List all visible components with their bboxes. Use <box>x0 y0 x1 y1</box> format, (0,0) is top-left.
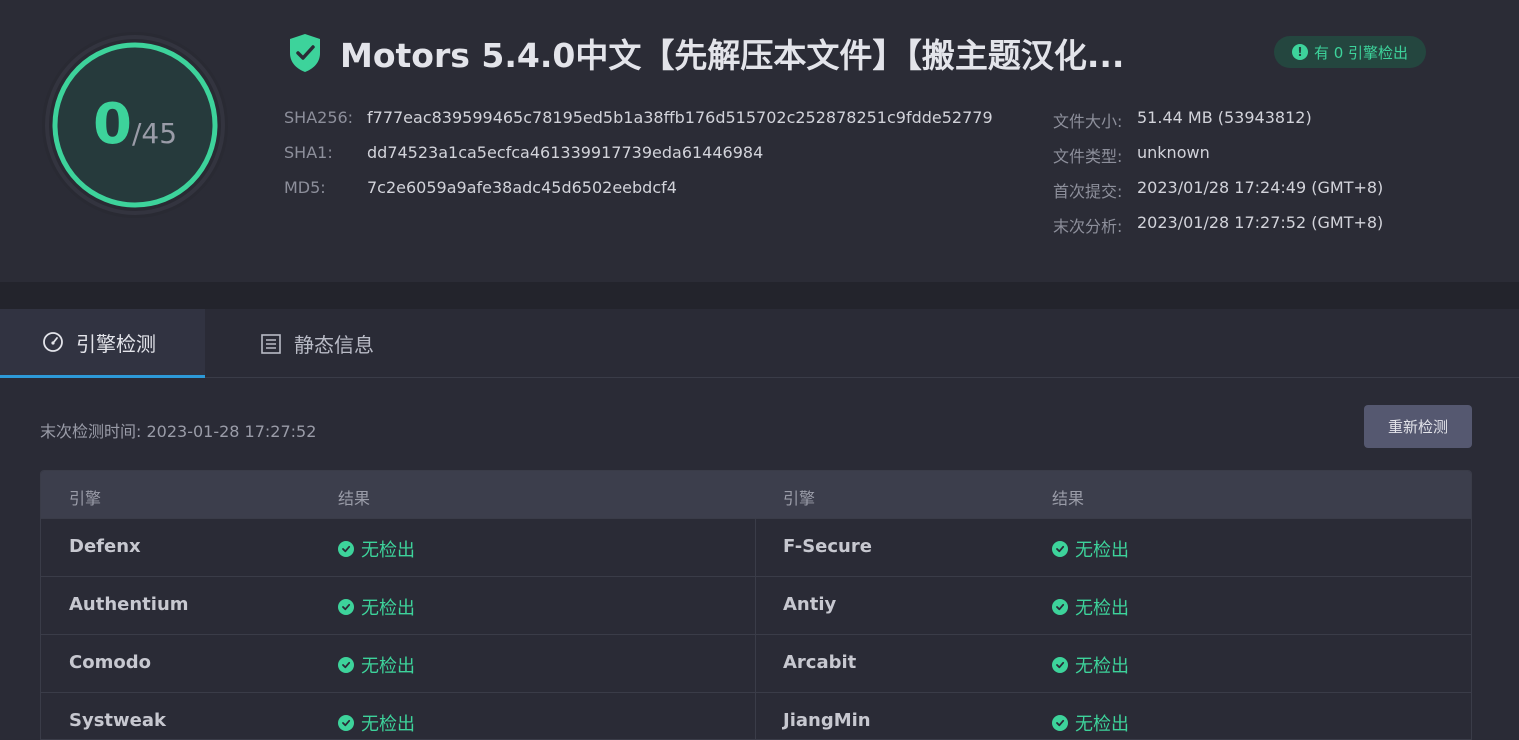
engine-name: Systweak <box>69 710 166 731</box>
hash-label: SHA1: <box>284 143 333 162</box>
check-circle-icon <box>1052 715 1068 731</box>
tab-engine-detection[interactable]: 引擎检测 <box>0 309 205 378</box>
result-text: 无检出 <box>361 540 415 561</box>
hash-row-sha1: SHA1: dd74523a1ca5ecfca461339917739eda61… <box>284 143 993 178</box>
file-title: Motors 5.4.0中文【先解压本文件】【搬主题汉化... <box>340 36 1125 75</box>
meta-label: 文件类型: <box>1053 147 1123 166</box>
tab-label: 静态信息 <box>294 333 374 357</box>
engine-result: 无检出 <box>338 594 415 620</box>
engine-results-table: 引擎 结果 引擎 结果 Defenx 无检出 F-Secure 无检出 Authenti… <box>40 470 1472 740</box>
detection-status-badge: ! 有 0 引擎检出 <box>1274 36 1426 68</box>
check-circle-icon <box>1052 657 1068 673</box>
column-header-result: 结果 <box>1052 489 1085 508</box>
table-row: Systweak 无检出 JiangMin 无检出 <box>41 692 1471 739</box>
result-text: 无检出 <box>1075 598 1129 619</box>
column-header-result: 结果 <box>338 489 371 508</box>
column-header-engine: 引擎 <box>69 489 102 508</box>
engine-name: F-Secure <box>783 536 872 557</box>
hash-label: SHA256: <box>284 108 354 127</box>
list-icon <box>261 333 281 354</box>
meta-row-last-analysis: 末次分析: 2023/01/28 17:27:52 (GMT+8) <box>1053 213 1383 248</box>
meta-row-size: 文件大小: 51.44 MB (53943812) <box>1053 108 1383 143</box>
column-divider <box>755 519 756 576</box>
check-circle-icon <box>1052 599 1068 615</box>
engine-name: Defenx <box>69 536 141 557</box>
meta-value: 2023/01/28 17:27:52 (GMT+8) <box>1137 213 1384 232</box>
engine-total: /45 <box>131 117 178 150</box>
column-divider <box>755 635 756 692</box>
hash-value[interactable]: 7c2e6059a9afe38adc45d6502eebdcf4 <box>367 178 677 197</box>
column-divider <box>755 693 756 739</box>
result-text: 无检出 <box>1075 656 1129 677</box>
hash-value[interactable]: dd74523a1ca5ecfca461339917739eda61446984 <box>367 143 763 162</box>
tab-static-info[interactable]: 静态信息 <box>260 309 374 378</box>
file-meta-list: 文件大小: 51.44 MB (53943812) 文件类型: unknown … <box>1053 108 1383 248</box>
rescan-button[interactable]: 重新检测 <box>1364 405 1472 448</box>
file-summary-header: 0 /45 Motors 5.4.0中文【先解压本文件】【搬主题汉化... ! … <box>0 0 1519 282</box>
meta-value: 51.44 MB (53943812) <box>1137 108 1312 127</box>
meta-value: unknown <box>1137 143 1210 162</box>
meta-value: 2023/01/28 17:24:49 (GMT+8) <box>1137 178 1384 197</box>
last-scan-time: 末次检测时间: 2023-01-28 17:27:52 <box>40 422 317 441</box>
engine-result: 无检出 <box>338 652 415 678</box>
meta-row-first-submit: 首次提交: 2023/01/28 17:24:49 (GMT+8) <box>1053 178 1383 213</box>
badge-text: 有 0 引擎检出 <box>1313 43 1409 62</box>
result-text: 无检出 <box>361 598 415 619</box>
engine-result: 无检出 <box>1052 594 1129 620</box>
hash-row-md5: MD5: 7c2e6059a9afe38adc45d6502eebdcf4 <box>284 178 993 213</box>
detection-score-gauge: 0 /45 <box>40 30 230 220</box>
engine-name: Antiy <box>783 594 837 615</box>
engine-result: 无检出 <box>1052 652 1129 678</box>
detected-count: 0 <box>92 92 132 157</box>
engine-name: Authentium <box>69 594 189 615</box>
engine-detection-panel: 末次检测时间: 2023-01-28 17:27:52 重新检测 引擎 结果 引… <box>0 378 1519 740</box>
alert-icon: ! <box>1291 44 1308 60</box>
hash-list: SHA256: f777eac839599465c78195ed5b1a38ff… <box>284 108 993 213</box>
check-circle-icon <box>338 541 354 557</box>
column-header-engine: 引擎 <box>783 489 816 508</box>
table-row: Authentium 无检出 Antiy 无检出 <box>41 576 1471 634</box>
tab-label: 引擎检测 <box>76 331 156 356</box>
table-row: Defenx 无检出 F-Secure 无检出 <box>41 518 1471 576</box>
check-circle-icon <box>338 715 354 731</box>
shield-check-icon <box>290 34 320 72</box>
table-row: Comodo 无检出 Arcabit 无检出 <box>41 634 1471 692</box>
check-circle-icon <box>1052 541 1068 557</box>
tab-bar: 引擎检测 静态信息 <box>0 309 1519 378</box>
hash-value[interactable]: f777eac839599465c78195ed5b1a38ffb176d515… <box>367 108 993 127</box>
result-text: 无检出 <box>361 656 415 677</box>
meta-label: 文件大小: <box>1053 112 1123 131</box>
meta-label: 末次分析: <box>1053 217 1123 236</box>
meta-label: 首次提交: <box>1053 182 1123 201</box>
result-text: 无检出 <box>361 714 415 735</box>
engine-name: Arcabit <box>783 652 857 673</box>
engine-result: 无检出 <box>1052 536 1129 562</box>
hash-row-sha256: SHA256: f777eac839599465c78195ed5b1a38ff… <box>284 108 993 143</box>
engine-result: 无检出 <box>1052 710 1129 736</box>
gauge-icon <box>43 332 63 352</box>
meta-row-type: 文件类型: unknown <box>1053 143 1383 178</box>
result-text: 无检出 <box>1075 540 1129 561</box>
engine-name: Comodo <box>69 652 151 673</box>
section-divider <box>0 282 1519 309</box>
hash-label: MD5: <box>284 178 326 197</box>
result-text: 无检出 <box>1075 714 1129 735</box>
engine-result: 无检出 <box>338 536 415 562</box>
column-divider <box>755 577 756 634</box>
check-circle-icon <box>338 599 354 615</box>
engine-result: 无检出 <box>338 710 415 736</box>
table-header: 引擎 结果 引擎 结果 <box>41 471 1471 518</box>
engine-name: JiangMin <box>783 710 871 731</box>
check-circle-icon <box>338 657 354 673</box>
